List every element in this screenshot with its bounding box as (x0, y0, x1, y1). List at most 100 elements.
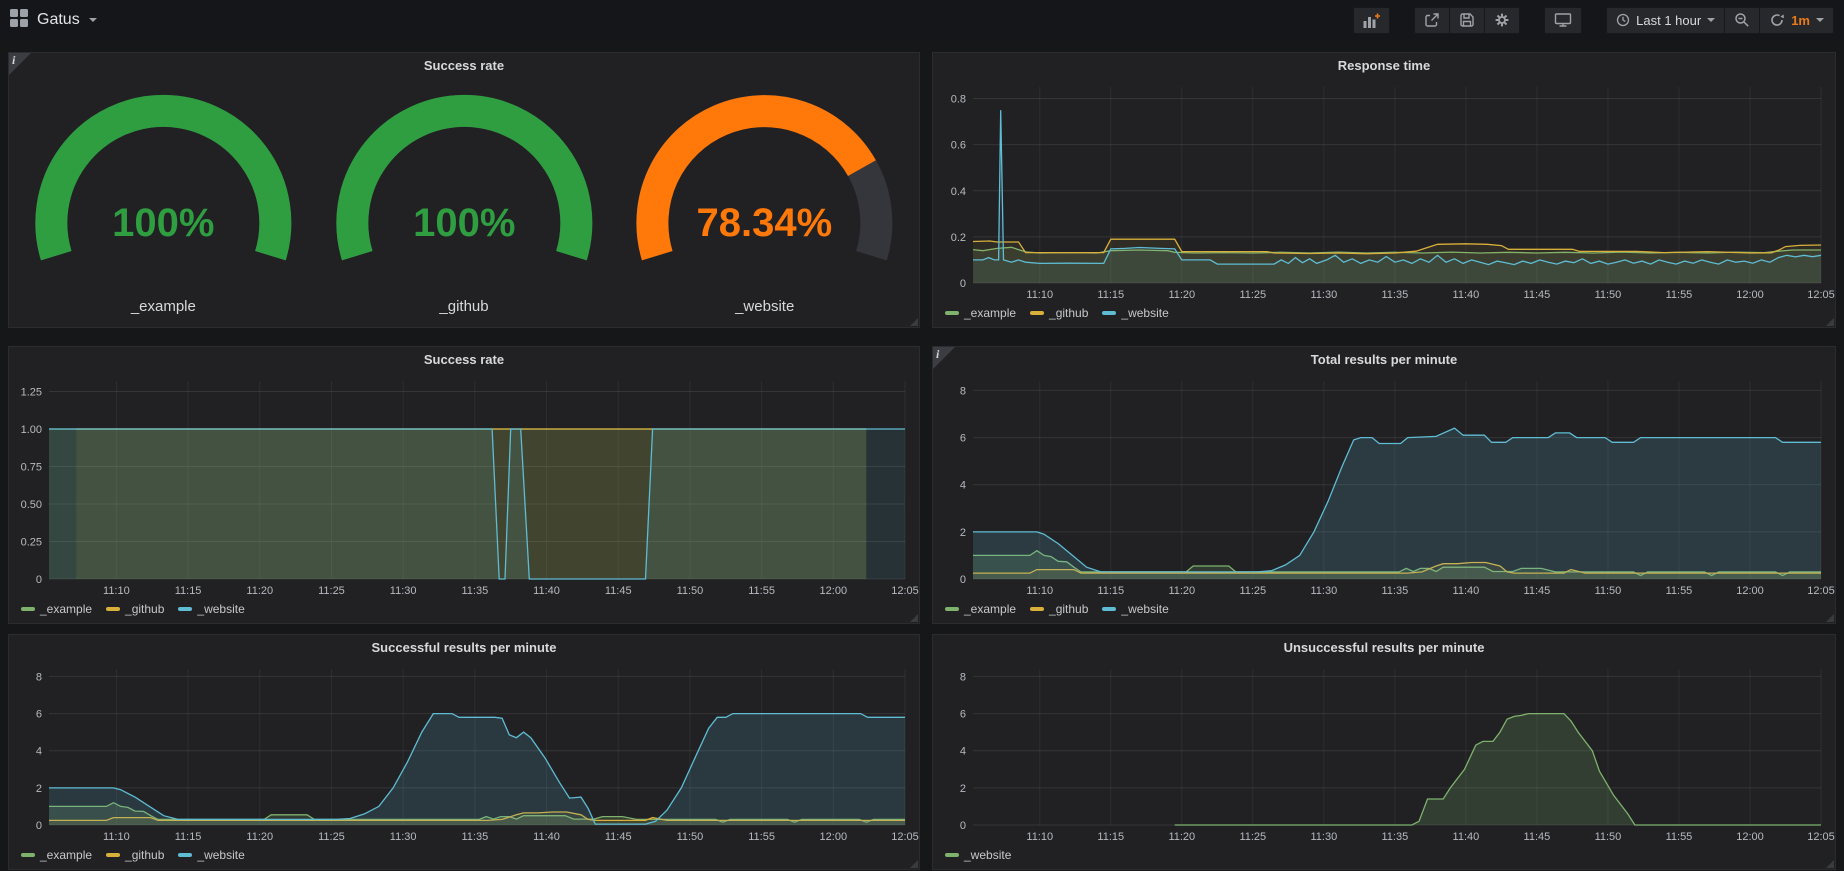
svg-text:11:25: 11:25 (1239, 289, 1266, 301)
svg-text:11:10: 11:10 (1026, 289, 1053, 301)
legend-color-dash (1030, 607, 1044, 611)
add-panel-button[interactable] (1353, 7, 1390, 34)
legend-color-dash (21, 607, 35, 611)
legend-color-dash (21, 853, 35, 857)
toolbar: Last 1 hour 1m (1353, 7, 1834, 34)
svg-text:11:45: 11:45 (605, 585, 632, 597)
save-button[interactable] (1449, 7, 1484, 34)
legend-item-_website[interactable]: _website (178, 602, 244, 616)
svg-text:11:15: 11:15 (175, 585, 202, 597)
legend-series-name: _website (964, 848, 1011, 862)
info-icon[interactable]: i (933, 347, 955, 369)
svg-text:2: 2 (960, 783, 966, 795)
svg-text:4: 4 (960, 480, 966, 492)
zoom-out-button[interactable] (1724, 7, 1759, 34)
resize-handle[interactable] (1826, 614, 1834, 622)
chart-svg: 0246811:1011:1511:2011:2511:3011:3511:40… (9, 661, 919, 845)
resize-handle[interactable] (910, 614, 918, 622)
legend-item-_website[interactable]: _website (1102, 602, 1168, 616)
svg-text:6: 6 (960, 433, 966, 445)
legend-item-_github[interactable]: _github (106, 848, 164, 862)
resize-handle[interactable] (1826, 318, 1834, 326)
share-button[interactable] (1414, 7, 1449, 34)
svg-text:11:30: 11:30 (390, 585, 417, 597)
svg-text:11:20: 11:20 (1168, 831, 1195, 843)
svg-text:11:30: 11:30 (1310, 585, 1337, 597)
legend-series-name: _website (1121, 602, 1168, 616)
legend-item-_website[interactable]: _website (1102, 306, 1168, 320)
svg-text:11:15: 11:15 (1097, 831, 1124, 843)
gauge-label: _website (735, 295, 794, 321)
svg-text:11:15: 11:15 (1097, 289, 1124, 301)
svg-text:4: 4 (36, 746, 42, 758)
svg-text:11:20: 11:20 (1168, 289, 1195, 301)
legend-item-_example[interactable]: _example (945, 306, 1016, 320)
y-axis: 02468 (960, 671, 1821, 832)
svg-text:11:30: 11:30 (390, 831, 417, 843)
svg-text:11:55: 11:55 (748, 831, 775, 843)
chart-svg: 00.250.500.751.001.2511:1011:1511:2011:2… (9, 373, 919, 599)
dashboard-picker[interactable]: Gatus (10, 9, 97, 32)
svg-text:0.4: 0.4 (951, 186, 966, 198)
panel-title[interactable]: Unsuccessful results per minute (933, 635, 1835, 661)
legend-item-_website[interactable]: _website (945, 848, 1011, 862)
gauge-value: 100% (413, 201, 515, 245)
svg-text:2: 2 (960, 527, 966, 539)
svg-text:11:55: 11:55 (748, 585, 775, 597)
panel-title[interactable]: Total results per minute (933, 347, 1835, 373)
panel-title[interactable]: Success rate (9, 347, 919, 373)
resize-handle[interactable] (1826, 860, 1834, 868)
svg-text:11:30: 11:30 (1310, 831, 1337, 843)
svg-text:11:10: 11:10 (1026, 585, 1053, 597)
successful-results-chart: 0246811:1011:1511:2011:2511:3011:3511:40… (9, 661, 919, 845)
resize-handle[interactable] (910, 318, 918, 326)
resize-handle[interactable] (910, 860, 918, 868)
svg-text:11:10: 11:10 (103, 831, 130, 843)
legend-series-name: _example (964, 306, 1016, 320)
panel-unsuccessful-results: Unsuccessful results per minute 0246811:… (932, 634, 1836, 870)
gauge-_website: 78.34%_website (614, 83, 915, 321)
svg-text:12:00: 12:00 (1736, 289, 1764, 301)
svg-text:11:40: 11:40 (1453, 289, 1480, 301)
svg-text:8: 8 (960, 671, 966, 683)
panel-title[interactable]: Successful results per minute (9, 635, 919, 661)
legend-series-name: _github (125, 848, 164, 862)
info-icon[interactable]: i (9, 53, 31, 75)
svg-text:11:30: 11:30 (1310, 289, 1337, 301)
legend-color-dash (1102, 607, 1116, 611)
dashboard-title[interactable]: Gatus (37, 11, 80, 29)
refresh-button[interactable]: 1m (1759, 7, 1834, 34)
legend-item-_website[interactable]: _website (178, 848, 244, 862)
refresh-interval-label: 1m (1791, 13, 1810, 28)
cycle-view-monitor-icon[interactable] (1544, 7, 1582, 34)
legend-item-_example[interactable]: _example (21, 848, 92, 862)
svg-text:11:50: 11:50 (1595, 831, 1622, 843)
gauge-_example: 100%_example (13, 83, 314, 321)
legend-item-_github[interactable]: _github (106, 602, 164, 616)
svg-text:11:20: 11:20 (246, 585, 273, 597)
gauge-_github: 100%_github (314, 83, 615, 321)
svg-text:11:25: 11:25 (1239, 585, 1266, 597)
legend-item-_example[interactable]: _example (945, 602, 1016, 616)
panel-title[interactable]: Success rate (9, 53, 919, 79)
svg-text:12:00: 12:00 (820, 831, 848, 843)
svg-text:0.50: 0.50 (21, 499, 42, 511)
settings-gear-icon[interactable] (1484, 7, 1520, 34)
chevron-down-icon (1707, 18, 1715, 22)
legend-color-dash (945, 853, 959, 857)
legend-item-_example[interactable]: _example (21, 602, 92, 616)
legend-item-_github[interactable]: _github (1030, 602, 1088, 616)
legend-series-name: _website (1121, 306, 1168, 320)
svg-text:11:25: 11:25 (1239, 831, 1266, 843)
svg-text:12:05: 12:05 (891, 831, 919, 843)
gauge-svg: 100% (314, 83, 615, 295)
time-range-picker[interactable]: Last 1 hour (1606, 7, 1724, 34)
chart-legend: _example _github _website (933, 303, 1835, 327)
svg-text:11:25: 11:25 (318, 831, 345, 843)
svg-text:8: 8 (960, 385, 966, 397)
svg-text:11:50: 11:50 (677, 831, 704, 843)
svg-text:0.6: 0.6 (951, 140, 966, 152)
legend-item-_github[interactable]: _github (1030, 306, 1088, 320)
svg-text:11:35: 11:35 (461, 831, 488, 843)
panel-title[interactable]: Response time (933, 53, 1835, 79)
